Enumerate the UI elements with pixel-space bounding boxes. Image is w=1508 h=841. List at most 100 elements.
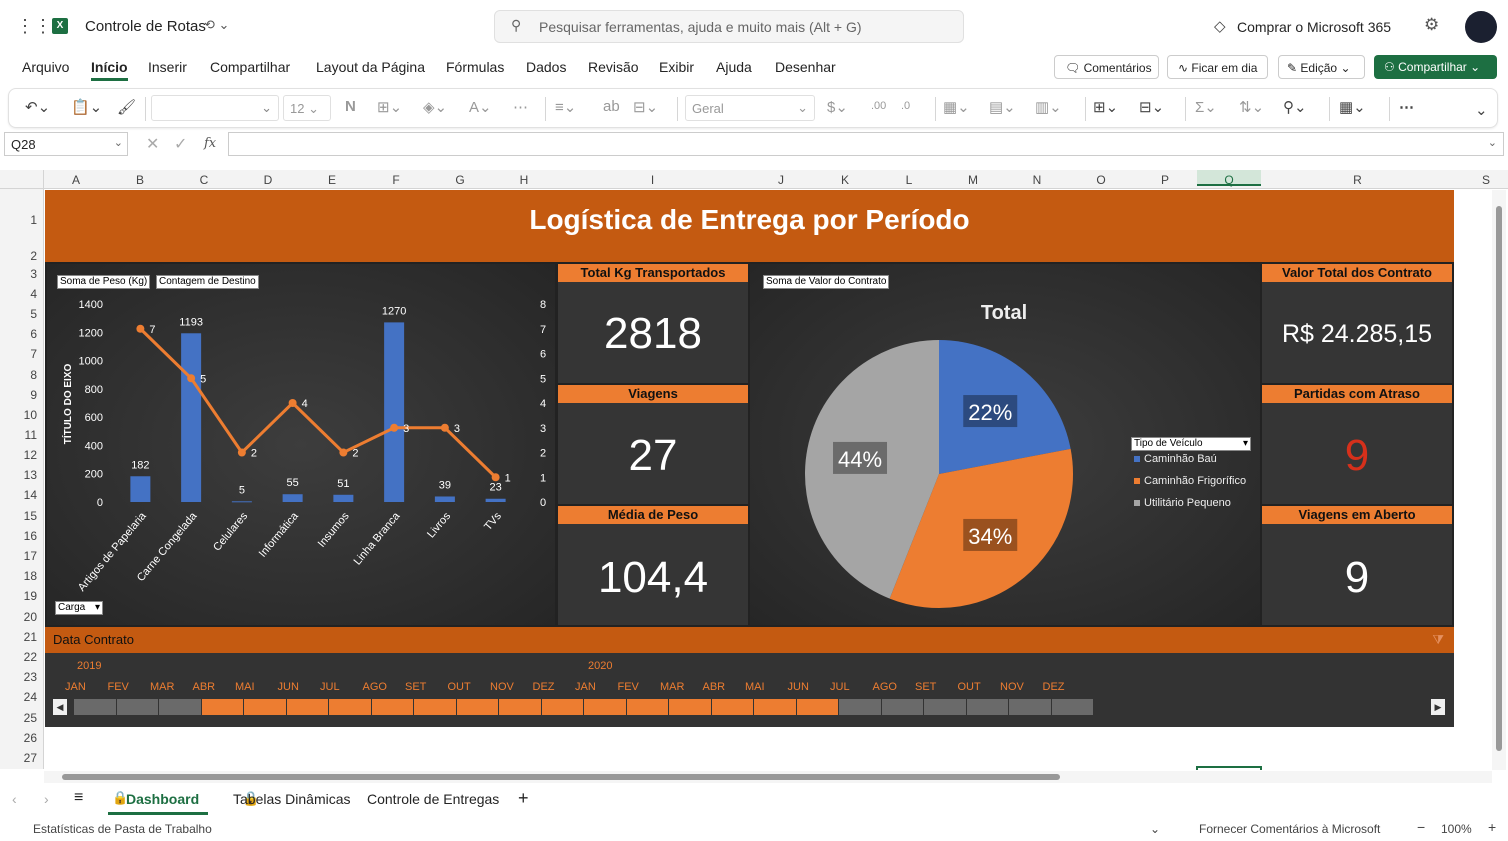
row-header[interactable]: 16 xyxy=(24,529,37,543)
col-header[interactable]: R xyxy=(1261,173,1454,187)
add-sheet-icon[interactable]: + xyxy=(518,788,529,809)
menu-exibir[interactable]: Exibir xyxy=(659,59,694,75)
horizontal-scroll-thumb[interactable] xyxy=(62,774,1060,780)
bold-icon[interactable]: N xyxy=(345,98,356,115)
col-header-selected[interactable]: Q xyxy=(1197,170,1261,187)
prev-sheet-icon[interactable]: ‹ xyxy=(12,791,17,807)
row-header[interactable]: 14 xyxy=(24,488,37,502)
vertical-scrollbar[interactable] xyxy=(1492,190,1506,770)
col-header[interactable]: C xyxy=(172,173,236,187)
merge-icon[interactable]: ⊟⌄ xyxy=(633,98,658,116)
paste-icon[interactable]: 📋⌄ xyxy=(71,98,102,116)
font-color-icon[interactable]: A⌄ xyxy=(469,98,492,116)
sort-filter-icon[interactable]: ⇅⌄ xyxy=(1239,98,1264,116)
timeline-month-selected[interactable] xyxy=(626,699,668,715)
addins-icon[interactable]: ▦⌄ xyxy=(1339,98,1366,116)
cancel-icon[interactable]: ✕ xyxy=(146,134,159,154)
menu-dados[interactable]: Dados xyxy=(526,59,566,75)
timeline-month-cell[interactable] xyxy=(924,699,966,715)
more-options-icon[interactable]: ⋯ xyxy=(1399,98,1414,116)
timeline-month-selected[interactable] xyxy=(711,699,753,715)
currency-icon[interactable]: $⌄ xyxy=(827,98,848,116)
row-header[interactable]: 5 xyxy=(30,307,37,321)
row-header[interactable]: 1 xyxy=(30,213,37,227)
feedback-link[interactable]: Fornecer Comentários à Microsoft xyxy=(1199,822,1380,836)
buy-microsoft-link[interactable]: Comprar o Microsoft 365 xyxy=(1237,19,1391,35)
col-header[interactable]: B xyxy=(108,173,172,187)
timeline-month-selected[interactable] xyxy=(286,699,328,715)
conditional-format-icon[interactable]: ▦⌄ xyxy=(943,98,970,116)
increase-decimal-icon[interactable]: .00 xyxy=(871,100,886,112)
chevron-down-icon[interactable]: ⌄ xyxy=(1150,822,1160,836)
row-header[interactable]: 8 xyxy=(30,368,37,382)
row-header[interactable]: 25 xyxy=(24,711,37,725)
sync-status-icon[interactable]: ⟲ ⌄ xyxy=(204,17,229,33)
timeline-month-cell[interactable] xyxy=(159,699,201,715)
timeline-month-selected[interactable] xyxy=(329,699,371,715)
timeline-month-selected[interactable] xyxy=(499,699,541,715)
timeline-scroll-right-icon[interactable]: ▶ xyxy=(1431,699,1445,715)
timeline-month-cell[interactable] xyxy=(839,699,881,715)
insert-cells-icon[interactable]: ⊞⌄ xyxy=(1093,98,1118,116)
all-sheets-icon[interactable]: ≡ xyxy=(74,789,83,807)
find-icon[interactable]: ⚲⌄ xyxy=(1283,98,1307,116)
timeline-month-selected[interactable] xyxy=(201,699,243,715)
row-header[interactable]: 21 xyxy=(24,630,37,644)
timeline-slicer[interactable]: Data Contrato ⧩ 2019 2020 JAN FEV MAR ABR MAI… xyxy=(45,627,1454,727)
timeline-month-cell[interactable] xyxy=(881,699,923,715)
col-header[interactable]: N xyxy=(1005,173,1069,187)
menu-desenhar[interactable]: Desenhar xyxy=(775,59,836,75)
timeline-month-selected[interactable] xyxy=(541,699,583,715)
menu-compartilhar[interactable]: Compartilhar xyxy=(210,59,290,75)
more-font-icon[interactable]: ⋯ xyxy=(513,98,528,116)
row-header[interactable]: 7 xyxy=(30,347,37,361)
timeline-month-selected[interactable] xyxy=(584,699,626,715)
search-input[interactable]: Pesquisar ferramentas, ajuda e muito mai… xyxy=(539,19,862,35)
font-size-select[interactable]: 12 ⌄ xyxy=(283,95,331,121)
share-button[interactable]: ⚇ Compartilhar ⌄ xyxy=(1374,55,1497,79)
col-header[interactable]: F xyxy=(364,173,428,187)
col-header[interactable]: S xyxy=(1454,173,1508,187)
timeline-month-selected[interactable] xyxy=(414,699,456,715)
zoom-out-icon[interactable]: − xyxy=(1417,819,1425,835)
zoom-in-icon[interactable]: + xyxy=(1488,819,1496,835)
number-format-select[interactable]: Geral ⌄ xyxy=(685,95,815,121)
clear-filter-icon[interactable]: ⧩ xyxy=(1432,627,1444,653)
row-header[interactable]: 4 xyxy=(30,287,37,301)
fx-icon[interactable]: fx xyxy=(204,136,216,151)
next-sheet-icon[interactable]: › xyxy=(44,791,49,807)
col-header[interactable]: O xyxy=(1069,173,1133,187)
menu-arquivo[interactable]: Arquivo xyxy=(22,59,69,75)
autosum-icon[interactable]: Σ⌄ xyxy=(1195,98,1217,116)
row-header[interactable]: 19 xyxy=(24,589,37,603)
row-header[interactable]: 15 xyxy=(24,509,37,523)
workbook-statistics[interactable]: Estatísticas de Pasta de Trabalho xyxy=(33,822,212,836)
timeline-month-selected[interactable] xyxy=(796,699,838,715)
tab-tabelas-dinamicas[interactable]: Tabelas Dinâmicas xyxy=(233,791,351,807)
menu-inserir[interactable]: Inserir xyxy=(148,59,187,75)
row-header[interactable]: 9 xyxy=(30,388,37,402)
row-header[interactable]: 13 xyxy=(24,468,37,482)
col-header[interactable]: D xyxy=(236,173,300,187)
timeline-month-selected[interactable] xyxy=(244,699,286,715)
comments-button[interactable]: 🗨 Comentários xyxy=(1054,55,1159,79)
name-box[interactable]: Q28 ⌄ xyxy=(4,132,128,156)
font-name-select[interactable]: ⌄ xyxy=(151,95,279,121)
col-header[interactable]: M xyxy=(941,173,1005,187)
row-header[interactable]: 26 xyxy=(24,731,37,745)
row-header[interactable]: 22 xyxy=(24,650,37,664)
pie-chart-panel[interactable]: Soma de Valor do Contrato Total Tipo de … xyxy=(750,264,1260,625)
catchup-button[interactable]: ∿ Ficar em dia xyxy=(1167,55,1268,79)
avatar[interactable] xyxy=(1465,11,1497,43)
timeline-month-cell[interactable] xyxy=(1051,699,1093,715)
menu-revisao[interactable]: Revisão xyxy=(588,59,639,75)
undo-icon[interactable]: ↶⌄ xyxy=(25,98,50,116)
row-header[interactable]: 23 xyxy=(24,670,37,684)
editing-mode-button[interactable]: ✎ Edição ⌄ xyxy=(1278,55,1365,79)
row-header[interactable]: 11 xyxy=(25,428,37,442)
row-header[interactable]: 17 xyxy=(24,549,37,563)
format-painter-icon[interactable]: 🖌 xyxy=(117,98,136,116)
vertical-scroll-thumb[interactable] xyxy=(1496,206,1502,751)
timeline-month-cell[interactable] xyxy=(966,699,1008,715)
file-name[interactable]: Controle de Rotas xyxy=(85,18,206,35)
